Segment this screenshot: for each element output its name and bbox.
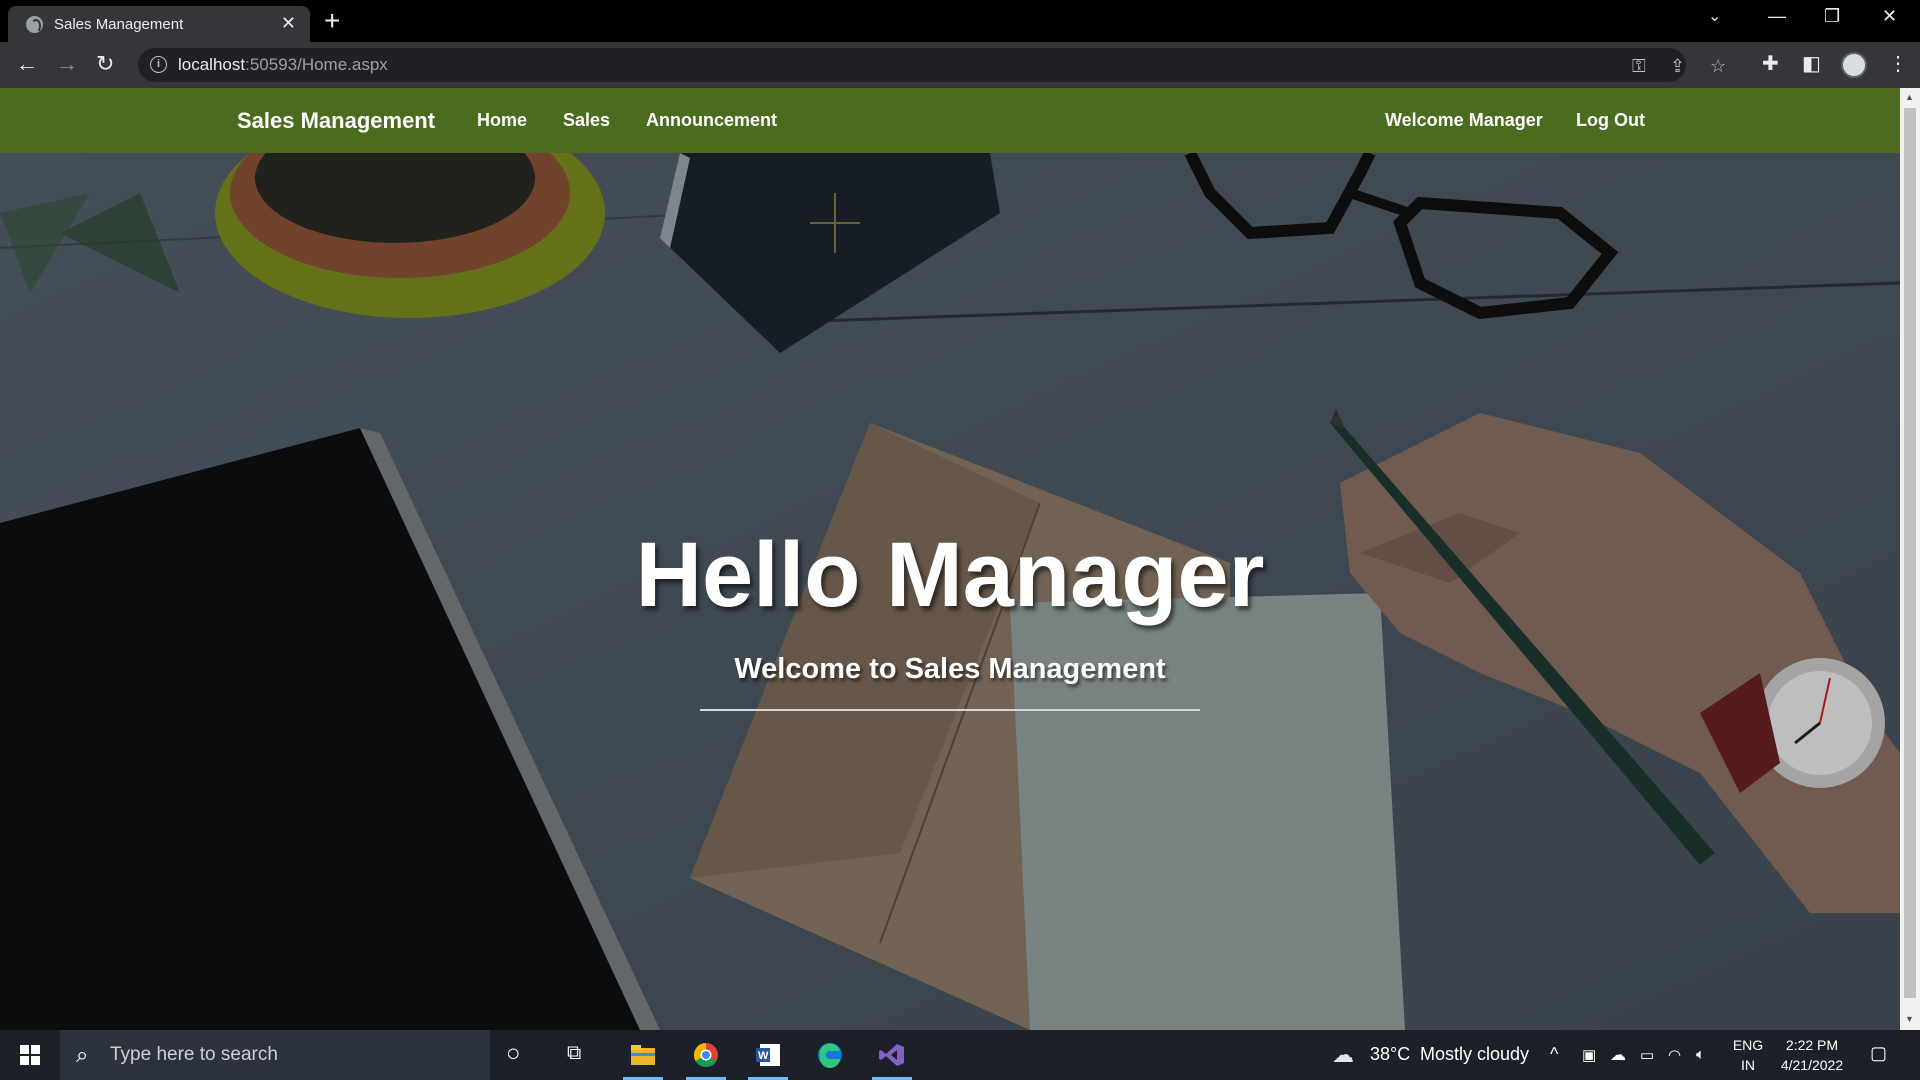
weather-cloud-icon[interactable]: ☁ [1332, 1042, 1354, 1068]
page-scrollbar[interactable]: ▲ ▼ [1900, 88, 1920, 1030]
hero-title: Hello Manager [635, 524, 1265, 626]
meet-now-icon[interactable]: ▣ [1582, 1046, 1596, 1064]
forward-icon[interactable]: → [56, 51, 78, 77]
url-text[interactable]: localhost:50593/Home.aspx [178, 55, 388, 75]
chevron-up-icon[interactable]: ^ [1550, 1044, 1558, 1065]
word-icon[interactable]: W [744, 1030, 792, 1080]
nav-sales[interactable]: Sales [563, 110, 610, 131]
svg-text:W: W [758, 1050, 769, 1062]
address-bar[interactable]: i localhost:50593/Home.aspx ⚿ ⇪ ☆ [138, 48, 1726, 82]
taskbar-search-box[interactable]: ⌕ Type here to search [60, 1030, 490, 1080]
page-viewport: Sales Management Home Sales Announcement… [0, 88, 1920, 1030]
weather-temp[interactable]: 38°C [1370, 1044, 1410, 1065]
scroll-down-icon[interactable]: ▼ [1905, 1014, 1914, 1024]
nav-announcement[interactable]: Announcement [646, 110, 777, 131]
scrollbar-thumb[interactable] [1904, 108, 1916, 998]
search-placeholder: Type here to search [110, 1044, 278, 1065]
weather-text[interactable]: Mostly cloudy [1420, 1044, 1529, 1065]
share-icon[interactable]: ⇪ [1670, 56, 1685, 77]
search-icon: ⌕ [76, 1042, 89, 1067]
brand-link[interactable]: Sales Management [237, 108, 435, 134]
clock-time[interactable]: 2:22 PM [1772, 1037, 1852, 1053]
scroll-up-icon[interactable]: ▲ [1905, 92, 1914, 102]
clock-date[interactable]: 4/21/2022 [1772, 1057, 1852, 1073]
language-indicator-top[interactable]: ENG [1730, 1037, 1766, 1053]
visual-studio-icon[interactable] [868, 1030, 916, 1080]
site-info-icon[interactable]: i [150, 56, 167, 73]
chrome-icon[interactable] [682, 1030, 730, 1080]
nav-home[interactable]: Home [477, 110, 527, 131]
restore-button[interactable]: ❐ [1824, 6, 1840, 27]
menu-icon[interactable]: ⋮ [1888, 51, 1908, 76]
notifications-icon[interactable]: ▢ [1870, 1043, 1887, 1064]
close-tab-icon[interactable]: ✕ [281, 13, 296, 34]
extensions-icon[interactable]: ✚ [1762, 51, 1779, 76]
task-view-icon[interactable]: ⧉ [567, 1042, 581, 1065]
browser-tab-strip: Sales Management ✕ + ⌄ — ❐ ✕ [0, 0, 1920, 42]
wifi-icon[interactable]: ◠ [1668, 1046, 1681, 1064]
hero-divider [700, 709, 1200, 711]
logout-link[interactable]: Log Out [1576, 110, 1645, 131]
site-navbar: Sales Management Home Sales Announcement… [0, 88, 1900, 153]
language-indicator-bottom[interactable]: IN [1730, 1057, 1766, 1073]
reload-icon[interactable]: ↻ [96, 51, 114, 77]
volume-icon[interactable]: 🔈︎ [1696, 1046, 1705, 1063]
hero-subtitle: Welcome to Sales Management [734, 653, 1166, 685]
bookmark-star-icon[interactable]: ☆ [1710, 56, 1726, 77]
hero-section: Hello Manager Welcome to Sales Managemen… [0, 153, 1900, 1030]
key-icon[interactable]: ⚿ [1632, 56, 1646, 77]
new-tab-button[interactable]: + [324, 6, 340, 36]
windows-taskbar: ⌕ Type here to search ○ ⧉ W ☁ 38°C Mostl… [0, 1030, 1920, 1080]
close-window-button[interactable]: ✕ [1882, 6, 1897, 27]
side-panel-icon[interactable]: ◧ [1802, 51, 1821, 76]
onedrive-cloud-icon[interactable]: ☁ [1610, 1045, 1626, 1065]
tab-search-icon[interactable]: ⌄ [1708, 6, 1721, 26]
welcome-user[interactable]: Welcome Manager [1385, 110, 1543, 131]
back-icon[interactable]: ← [16, 51, 38, 77]
windows-start-icon[interactable] [20, 1045, 40, 1065]
tab-title: Sales Management [54, 16, 184, 33]
battery-icon[interactable]: ▭ [1640, 1046, 1654, 1064]
profile-avatar[interactable] [1841, 52, 1867, 78]
minimize-button[interactable]: — [1768, 6, 1786, 27]
browser-toolbar: ← → ↻ i localhost:50593/Home.aspx ⚿ ⇪ ☆ … [0, 42, 1920, 88]
cortana-icon[interactable]: ○ [506, 1040, 521, 1068]
edge-icon[interactable] [806, 1030, 854, 1080]
file-explorer-icon[interactable] [619, 1030, 667, 1080]
globe-icon [26, 16, 43, 33]
browser-tab[interactable]: Sales Management ✕ [8, 6, 310, 42]
